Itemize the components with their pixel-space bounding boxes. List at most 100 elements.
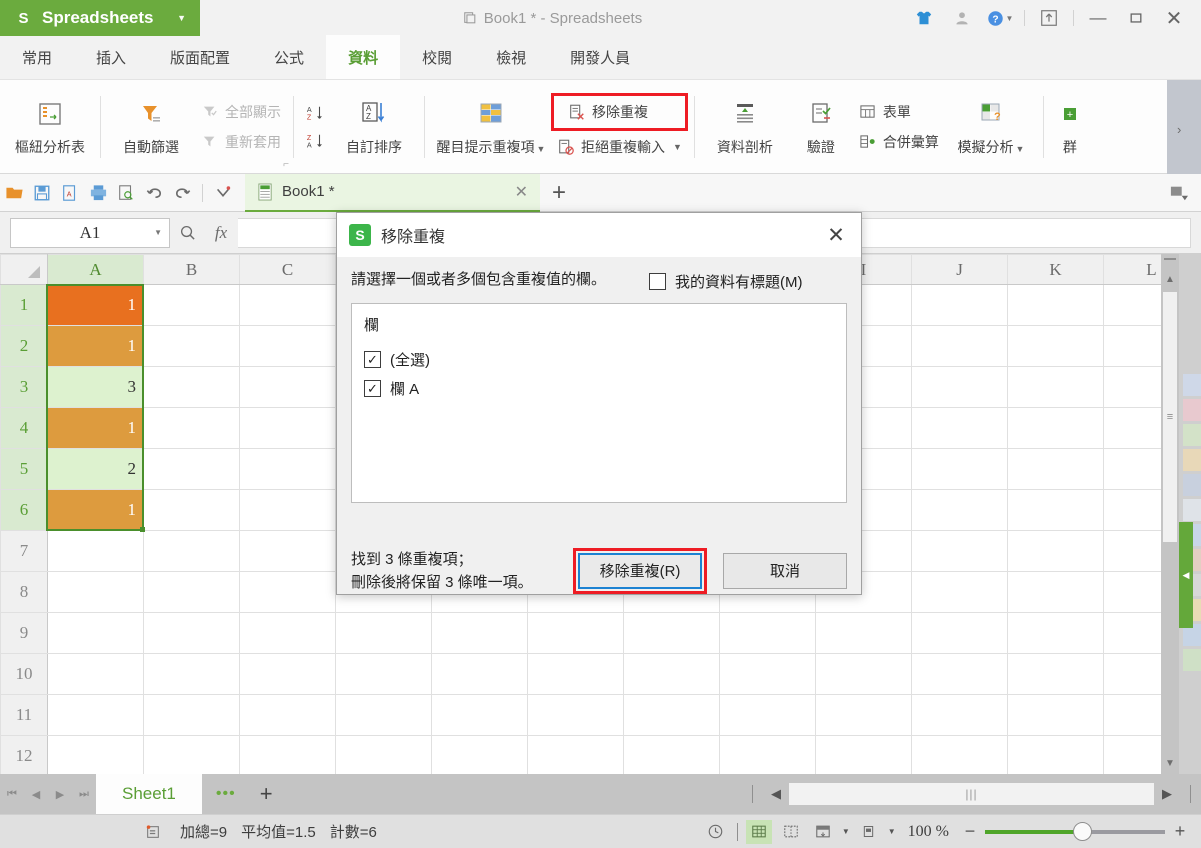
cell-g11[interactable] <box>623 694 720 736</box>
cell-g9[interactable] <box>623 612 720 654</box>
dialog-close-button[interactable]: ✕ <box>821 223 851 248</box>
cell-a7[interactable] <box>47 530 144 572</box>
chevron-down-icon[interactable]: ▼ <box>537 144 546 154</box>
tab-home[interactable]: 常用 <box>0 35 74 79</box>
horizontal-scrollbar[interactable]: ||| <box>789 783 1154 805</box>
cell-h9[interactable] <box>719 612 816 654</box>
cell-j1[interactable] <box>911 284 1008 326</box>
shirt-icon[interactable] <box>905 0 943 36</box>
insert-function-icon[interactable]: fx <box>204 223 238 243</box>
cell-i10[interactable] <box>815 653 912 695</box>
new-tab-button[interactable]: + <box>540 174 578 212</box>
text-to-columns-button[interactable]: 資料剖析 <box>701 83 789 171</box>
cell-a4[interactable]: 1 <box>47 407 144 449</box>
thumbnail-item[interactable] <box>1183 374 1201 396</box>
row-header-4[interactable]: 4 <box>0 407 48 449</box>
cell-a1[interactable]: 1 <box>47 284 144 326</box>
cell-j10[interactable] <box>911 653 1008 695</box>
cell-d12[interactable] <box>335 735 432 774</box>
row-header-2[interactable]: 2 <box>0 325 48 367</box>
remove-duplicates-ok-button[interactable]: 移除重複(R) <box>578 552 702 589</box>
chevron-down-icon[interactable]: ▼ <box>154 228 162 237</box>
vertical-scrollbar[interactable]: ▲ ≡ ▼ <box>1161 254 1179 774</box>
checkbox-box[interactable]: ✓ <box>364 351 381 368</box>
cell-e10[interactable] <box>431 653 528 695</box>
reject-duplicates-button[interactable]: 拒絕重複輸入 ▼ <box>551 133 688 161</box>
thumbnail-item[interactable] <box>1183 449 1201 471</box>
chevron-down-icon[interactable]: ▼ <box>1015 144 1024 154</box>
reading-view-icon[interactable] <box>856 820 882 844</box>
thumbnail-item[interactable] <box>1183 499 1201 521</box>
thumbnail-item[interactable] <box>1183 399 1201 421</box>
cell-k10[interactable] <box>1007 653 1104 695</box>
search-icon[interactable] <box>170 224 204 241</box>
tab-layout[interactable]: 版面配置 <box>148 35 252 79</box>
list-item-select-all[interactable]: ✓ (全選) <box>364 349 834 370</box>
redo-icon[interactable] <box>168 179 196 207</box>
cell-j6[interactable] <box>911 489 1008 531</box>
scroll-down-button[interactable]: ▼ <box>1161 752 1179 774</box>
close-button[interactable]: ✕ <box>1155 0 1193 36</box>
cell-k5[interactable] <box>1007 448 1104 490</box>
cell-b10[interactable] <box>143 653 240 695</box>
cell-a12[interactable] <box>47 735 144 774</box>
column-header-a[interactable]: A <box>47 254 144 285</box>
cell-k12[interactable] <box>1007 735 1104 774</box>
cell-b9[interactable] <box>143 612 240 654</box>
open-icon[interactable] <box>0 179 28 207</box>
chevron-down-icon[interactable]: ▼ <box>842 827 850 836</box>
cell-k8[interactable] <box>1007 571 1104 613</box>
filter-dialog-launcher[interactable]: ⌐ <box>283 159 289 170</box>
cell-c2[interactable] <box>239 325 336 367</box>
zoom-level[interactable]: 100 % <box>902 823 955 841</box>
cell-f9[interactable] <box>527 612 624 654</box>
brand-button[interactable]: S Spreadsheets ▼ <box>0 0 200 36</box>
cell-i9[interactable] <box>815 612 912 654</box>
zoom-slider-knob[interactable] <box>1073 821 1092 841</box>
column-header-j[interactable]: J <box>911 254 1008 285</box>
row-header-3[interactable]: 3 <box>0 366 48 408</box>
cell-d10[interactable] <box>335 653 432 695</box>
cell-d9[interactable] <box>335 612 432 654</box>
undo-icon[interactable] <box>140 179 168 207</box>
column-header-b[interactable]: B <box>143 254 240 285</box>
cell-j11[interactable] <box>911 694 1008 736</box>
cell-k11[interactable] <box>1007 694 1104 736</box>
pivot-table-button[interactable]: 樞紐分析表 <box>6 83 94 171</box>
chevron-down-icon[interactable]: ▼ <box>177 13 186 23</box>
add-sheet-button[interactable]: + <box>250 781 283 807</box>
first-sheet-button[interactable]: ⏮ <box>0 774 24 814</box>
cell-g12[interactable] <box>623 735 720 774</box>
tab-developer[interactable]: 開發人員 <box>548 35 652 79</box>
cell-b5[interactable] <box>143 448 240 490</box>
column-header-k[interactable]: K <box>1007 254 1104 285</box>
custom-sort-button[interactable]: A Z 自訂排序 <box>330 83 418 171</box>
cell-e12[interactable] <box>431 735 528 774</box>
cell-i12[interactable] <box>815 735 912 774</box>
maximize-button[interactable] <box>1117 0 1155 36</box>
cell-c11[interactable] <box>239 694 336 736</box>
cell-a9[interactable] <box>47 612 144 654</box>
autofilter-button[interactable]: 自動篩選 <box>107 83 195 171</box>
name-box[interactable]: A1 ▼ <box>10 217 170 248</box>
row-header-1[interactable]: 1 <box>0 284 48 326</box>
show-all-button[interactable]: 全部顯示 <box>195 98 287 126</box>
chevron-down-icon[interactable]: ▼ <box>888 827 896 836</box>
cell-c7[interactable] <box>239 530 336 572</box>
cell-k3[interactable] <box>1007 366 1104 408</box>
cell-f11[interactable] <box>527 694 624 736</box>
row-header-8[interactable]: 8 <box>0 571 48 613</box>
cell-e9[interactable] <box>431 612 528 654</box>
cell-b1[interactable] <box>143 284 240 326</box>
form-button[interactable]: 表單 <box>853 98 945 126</box>
collapse-task-pane-button[interactable]: ◀ <box>1179 522 1193 628</box>
cell-c10[interactable] <box>239 653 336 695</box>
tab-review[interactable]: 校閱 <box>400 35 474 79</box>
cell-j9[interactable] <box>911 612 1008 654</box>
cell-f12[interactable] <box>527 735 624 774</box>
validation-button[interactable]: 驗證 <box>789 83 853 171</box>
sheet-more-button[interactable]: ••• <box>202 785 250 803</box>
row-header-5[interactable]: 5 <box>0 448 48 490</box>
page-view-icon[interactable] <box>810 820 836 844</box>
print-icon[interactable] <box>84 179 112 207</box>
